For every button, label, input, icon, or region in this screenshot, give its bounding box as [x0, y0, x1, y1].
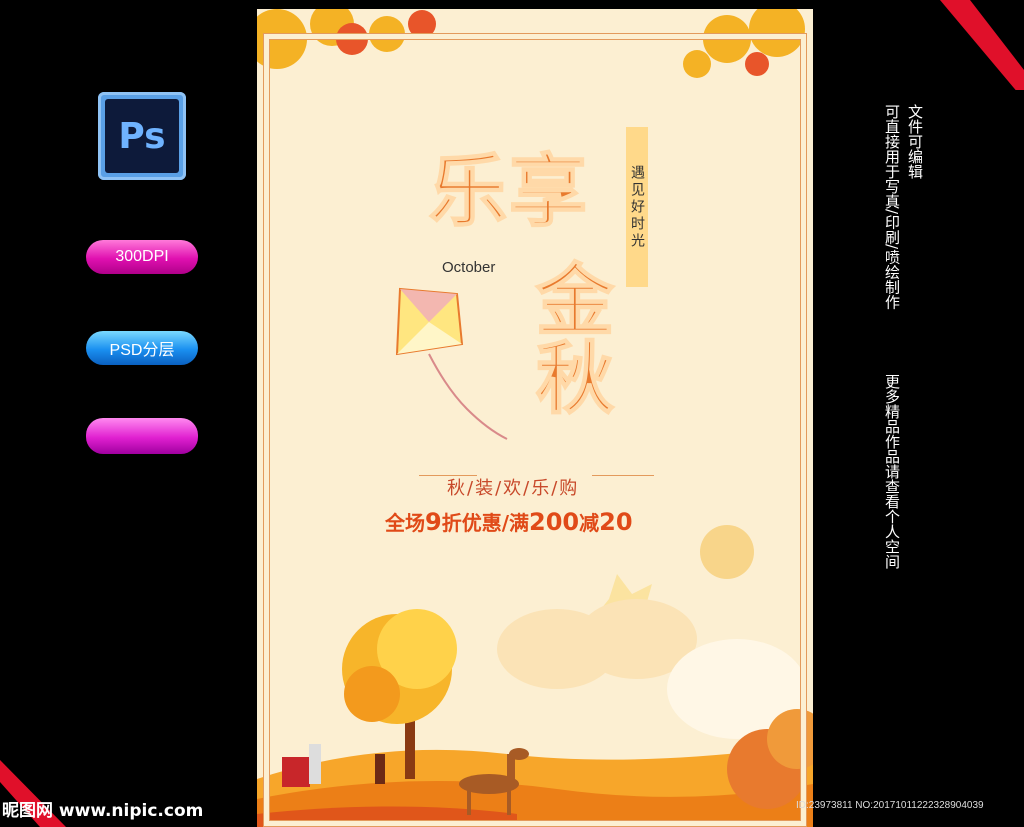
month-label: October [442, 259, 496, 276]
promo-prefix: 全场 [385, 511, 425, 535]
promo-discount: 9 [425, 508, 442, 536]
poster-title-line1: 乐享 [428, 145, 590, 238]
promo-mid: 折优惠/满 [441, 511, 530, 535]
promo-mid2: 减 [579, 511, 600, 535]
empty-badge [86, 418, 198, 454]
psd-layer-badge: PSD分层 [86, 331, 198, 365]
promo-reduction: 20 [599, 508, 633, 536]
tagline-ribbon: 遇见好时光 [626, 127, 648, 287]
site-watermark: 昵图网 www.nipic.com [2, 801, 204, 821]
id-watermark: ID:23973811 NO:20171011222328904039 [796, 800, 984, 811]
poster-slogan: 秋/装/欢/乐/购 [447, 478, 580, 499]
autumn-poster: 乐享 金秋 遇见好时光 October 秋/装/欢/乐/购 全场9折优惠/满20… [257, 9, 813, 827]
resolution-badge: 300DPI [86, 240, 198, 274]
ps-icon-label: Ps [105, 99, 179, 173]
slogan-divider-right [592, 475, 654, 476]
poster-title-line2: 金秋 [522, 258, 615, 416]
promo-text: 全场9折优惠/满200减20 [385, 507, 633, 536]
corner-ribbon-top-right [940, 0, 1024, 90]
right-text-usage: 可直接用于写真/印刷/喷绘制作 [883, 104, 901, 310]
promo-threshold: 200 [529, 508, 580, 536]
right-text-more: 更多精品作品请查看个人空间 [883, 374, 901, 569]
right-text-editable: 文件可编辑 [906, 104, 924, 179]
photoshop-icon: Ps [98, 92, 186, 180]
